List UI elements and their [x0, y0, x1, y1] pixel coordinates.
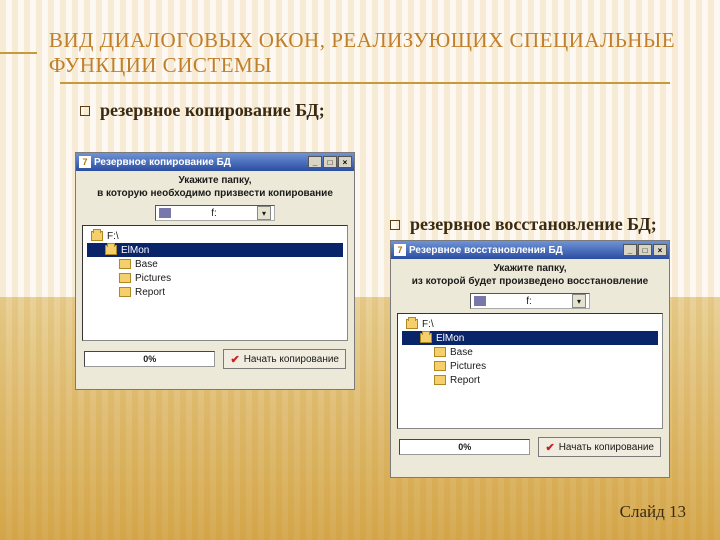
instruction-line1: Укажите папку, — [391, 259, 669, 274]
folder-icon — [434, 347, 446, 357]
tree-selected[interactable]: ElMon — [402, 331, 658, 345]
tree-child-label: Base — [135, 259, 158, 270]
drive-select[interactable]: f: ▾ — [470, 293, 590, 309]
tree-child[interactable]: Report — [87, 285, 343, 299]
tree-child[interactable]: Base — [87, 257, 343, 271]
bullet-icon — [80, 106, 90, 116]
tree-child[interactable]: Pictures — [402, 359, 658, 373]
tree-child-label: Pictures — [135, 273, 171, 284]
bullet-icon — [390, 220, 400, 230]
progress-value: 0% — [458, 442, 471, 452]
dialog-backup: 7 Резервное копирование БД _ □ × Укажите… — [75, 152, 355, 390]
folder-open-icon — [91, 231, 103, 241]
folder-open-icon — [105, 245, 117, 255]
tree-root[interactable]: F:\ — [402, 317, 658, 331]
drive-label: f: — [211, 208, 217, 219]
page-title: ВИД ДИАЛОГОВЫХ ОКОН, РЕАЛИЗУЮЩИХ СПЕЦИАЛ… — [49, 28, 680, 78]
tree-child-label: Pictures — [450, 361, 486, 372]
tree-selected-label: ElMon — [436, 333, 464, 344]
tree-child-label: Report — [135, 287, 165, 298]
folder-tree[interactable]: F:\ ElMon Base Pictures Report — [82, 225, 348, 341]
start-copy-label: Начать копирование — [244, 354, 339, 365]
bullet-backup-label: резервное копирование БД; — [100, 100, 325, 121]
window-title: Резервное восстановления БД — [409, 245, 563, 256]
window-title: Резервное копирование БД — [94, 157, 231, 168]
tree-child[interactable]: Pictures — [87, 271, 343, 285]
check-icon: ✔ — [230, 353, 239, 366]
folder-open-icon — [420, 333, 432, 343]
start-copy-button[interactable]: ✔ Начать копирование — [223, 349, 346, 369]
maximize-button[interactable]: □ — [638, 244, 652, 256]
minimize-button[interactable]: _ — [623, 244, 637, 256]
instruction-line1: Укажите папку, — [76, 171, 354, 186]
progress-value: 0% — [143, 354, 156, 364]
title-underline — [60, 82, 670, 84]
folder-icon — [119, 259, 131, 269]
close-button[interactable]: × — [338, 156, 352, 168]
drive-icon — [159, 208, 171, 218]
tree-selected[interactable]: ElMon — [87, 243, 343, 257]
instruction-line2: из которой будет произведено восстановле… — [391, 274, 669, 293]
tree-child[interactable]: Report — [402, 373, 658, 387]
tree-child-label: Report — [450, 375, 480, 386]
maximize-button[interactable]: □ — [323, 156, 337, 168]
check-icon: ✔ — [545, 441, 554, 454]
folder-icon — [119, 273, 131, 283]
chevron-down-icon[interactable]: ▾ — [572, 294, 586, 308]
drive-label: f: — [526, 296, 532, 307]
folder-icon — [434, 361, 446, 371]
app-icon: 7 — [79, 156, 91, 168]
bullet-restore-label: резервное восстановление БД; — [410, 214, 657, 235]
folder-icon — [434, 375, 446, 385]
app-icon: 7 — [394, 244, 406, 256]
tree-root[interactable]: F:\ — [87, 229, 343, 243]
chevron-down-icon[interactable]: ▾ — [257, 206, 271, 220]
titlebar[interactable]: 7 Резервное копирование БД _ □ × — [76, 153, 354, 171]
slide-number: Слайд 13 — [620, 502, 686, 522]
bullet-backup: резервное копирование БД; — [80, 100, 720, 121]
folder-tree[interactable]: F:\ ElMon Base Pictures Report — [397, 313, 663, 429]
close-button[interactable]: × — [653, 244, 667, 256]
start-copy-label: Начать копирование — [559, 442, 654, 453]
title-accent-line — [0, 52, 37, 54]
start-copy-button[interactable]: ✔ Начать копирование — [538, 437, 661, 457]
tree-root-label: F:\ — [107, 231, 119, 242]
titlebar[interactable]: 7 Резервное восстановления БД _ □ × — [391, 241, 669, 259]
tree-root-label: F:\ — [422, 319, 434, 330]
instruction-line2: в которую необходимо призвести копирован… — [76, 186, 354, 205]
tree-selected-label: ElMon — [121, 245, 149, 256]
tree-child[interactable]: Base — [402, 345, 658, 359]
progress-bar: 0% — [399, 439, 530, 455]
dialog-restore: 7 Резервное восстановления БД _ □ × Укаж… — [390, 240, 670, 478]
tree-child-label: Base — [450, 347, 473, 358]
progress-bar: 0% — [84, 351, 215, 367]
folder-icon — [119, 287, 131, 297]
drive-select[interactable]: f: ▾ — [155, 205, 275, 221]
drive-icon — [474, 296, 486, 306]
bullet-restore: резервное восстановление БД; — [390, 214, 657, 235]
minimize-button[interactable]: _ — [308, 156, 322, 168]
folder-open-icon — [406, 319, 418, 329]
